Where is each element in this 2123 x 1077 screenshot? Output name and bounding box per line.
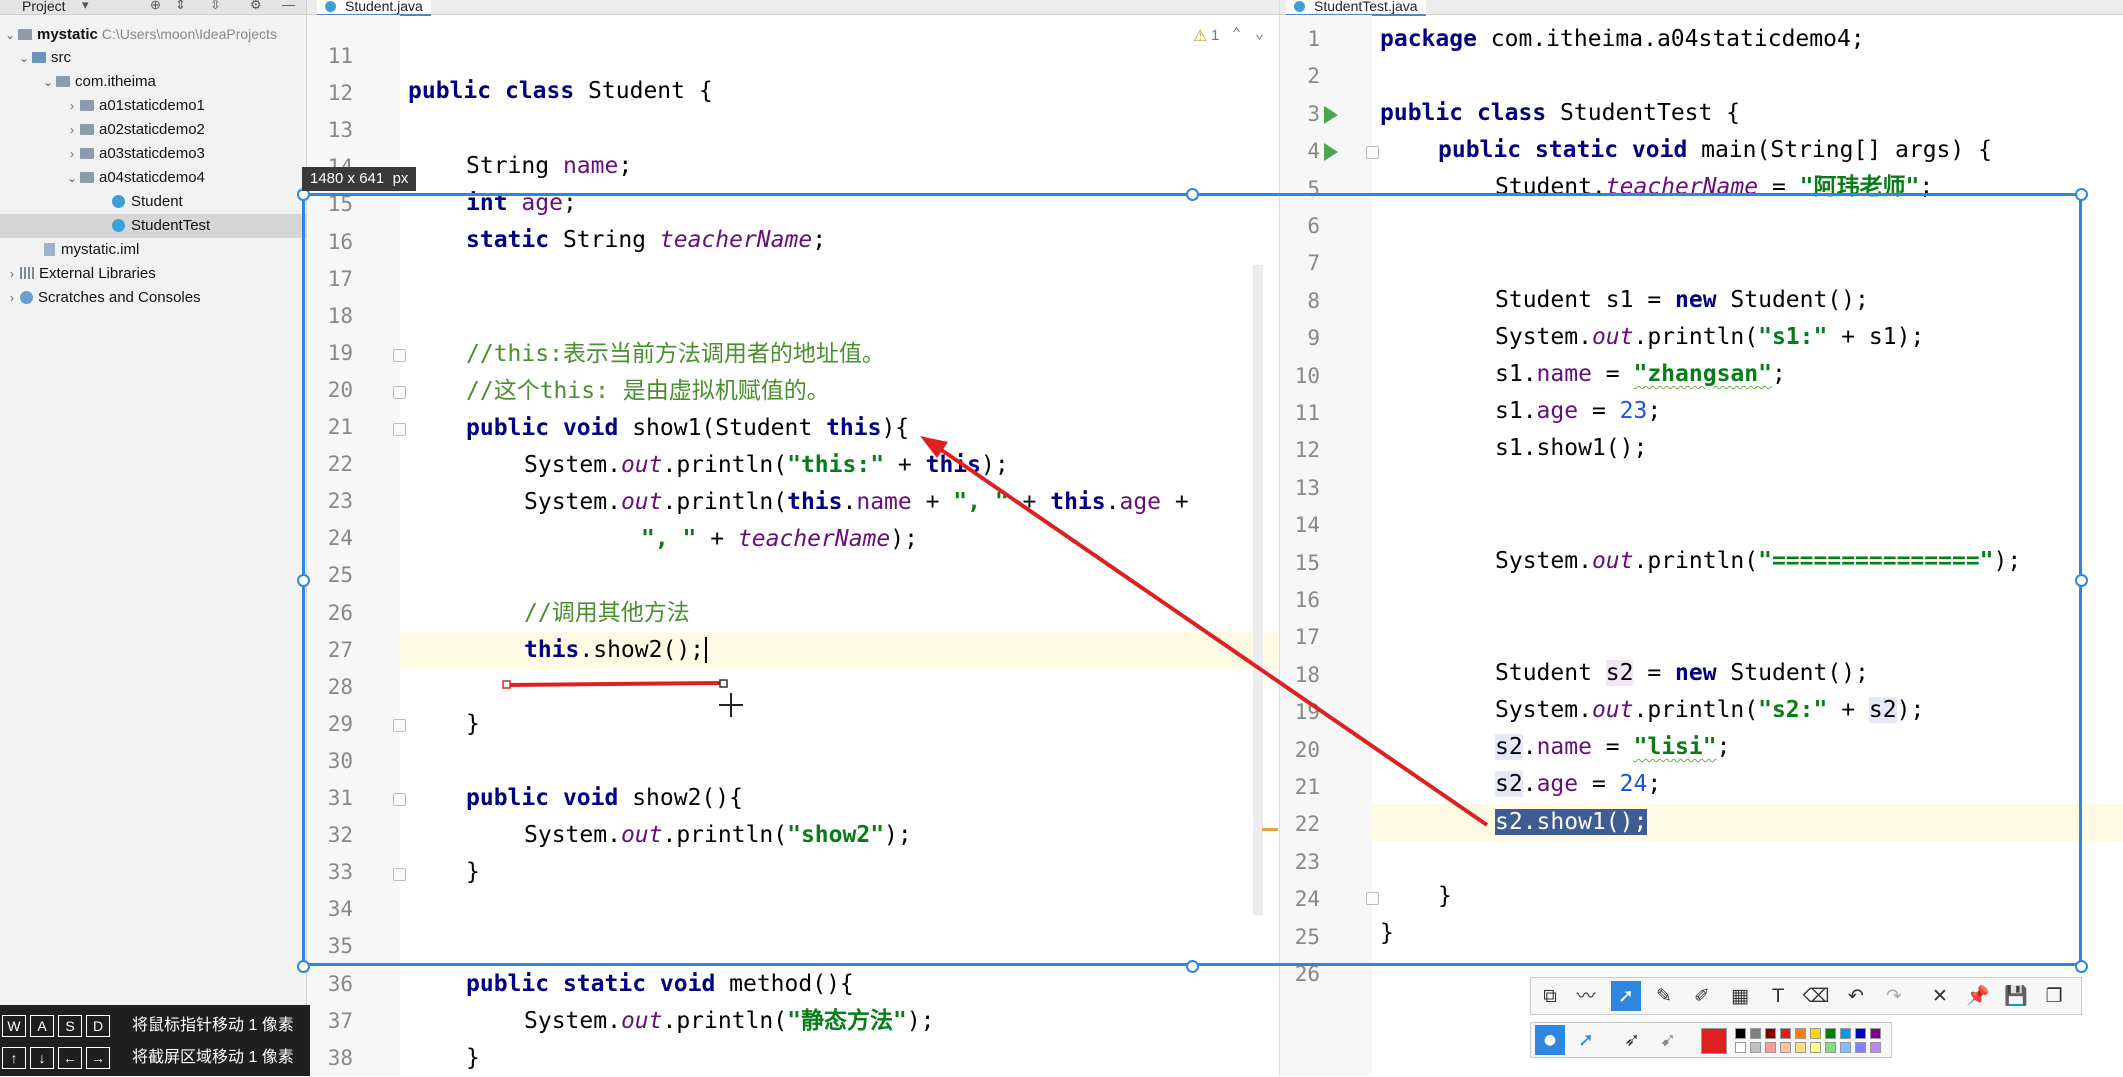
selected-color-swatch[interactable]: [1701, 1028, 1727, 1054]
key-down: ↓: [30, 1046, 54, 1069]
hint-row-pointer: W A S D 将鼠标指针移动 1 像素: [2, 1011, 294, 1041]
color-swatch[interactable]: [1855, 1042, 1866, 1053]
arrow-style-filled-icon[interactable]: ➶: [1617, 1025, 1647, 1055]
color-swatch[interactable]: [1855, 1028, 1866, 1039]
copy-icon[interactable]: ❐: [2039, 981, 2069, 1011]
color-swatch[interactable]: [1810, 1042, 1821, 1053]
eraser-tool-icon[interactable]: ⌫: [1801, 981, 1831, 1011]
arrow-tool-icon[interactable]: ➚: [1611, 981, 1641, 1011]
color-swatch[interactable]: [1735, 1042, 1746, 1053]
save-icon[interactable]: 💾: [2001, 981, 2031, 1011]
mosaic-tool-icon[interactable]: ▦: [1725, 981, 1755, 1011]
color-swatch[interactable]: [1825, 1042, 1836, 1053]
key-a: A: [30, 1014, 54, 1037]
color-swatch[interactable]: [1735, 1028, 1746, 1039]
hint-text: 将截屏区域移动 1 像素: [132, 1049, 294, 1066]
arrow-style-solid-icon[interactable]: ➚: [1571, 1025, 1601, 1055]
key-left: ←: [58, 1046, 82, 1069]
color-swatch[interactable]: [1750, 1042, 1761, 1053]
resize-handle-ne[interactable]: [2075, 188, 2088, 201]
resize-handle-sw[interactable]: [297, 960, 310, 973]
color-swatch[interactable]: [1825, 1028, 1836, 1039]
redo-icon[interactable]: ↷: [1879, 981, 1909, 1011]
color-swatch[interactable]: [1840, 1028, 1851, 1039]
capture-size-unit: px: [392, 170, 409, 187]
color-swatch[interactable]: [1765, 1042, 1776, 1053]
color-swatch[interactable]: [1795, 1042, 1806, 1053]
resize-handle-s[interactable]: [1186, 960, 1199, 973]
hint-row-region: ↑ ↓ ← → 将截屏区域移动 1 像素: [2, 1043, 294, 1073]
color-swatch[interactable]: [1840, 1042, 1851, 1053]
marker-tool-icon[interactable]: ✐: [1687, 981, 1717, 1011]
pencil-tool-icon[interactable]: 〰: [1571, 981, 1601, 1011]
hint-text: 将鼠标指针移动 1 像素: [132, 1017, 294, 1034]
key-d: D: [86, 1014, 110, 1037]
line-width-small-icon[interactable]: ●: [1535, 1025, 1565, 1055]
capture-size-badge: 1480 x 641 px: [302, 167, 417, 191]
key-up: ↑: [2, 1046, 26, 1069]
resize-handle-e[interactable]: [2075, 574, 2088, 587]
color-swatch[interactable]: [1765, 1028, 1776, 1039]
annotation-options-bar: ● ➚ ➶ ➹: [1530, 1022, 1892, 1058]
undo-icon[interactable]: ↶: [1841, 981, 1871, 1011]
color-swatch[interactable]: [1780, 1042, 1791, 1053]
resize-handle-se[interactable]: [2075, 960, 2088, 973]
resize-handle-n[interactable]: [1186, 188, 1199, 201]
resize-handle-w[interactable]: [297, 574, 310, 587]
close-icon[interactable]: ✕: [1925, 981, 1955, 1011]
color-swatch[interactable]: [1795, 1028, 1806, 1039]
capture-size-label: 1480 x 641: [310, 170, 385, 187]
annotation-toolbar: ⧉ 〰 ➚ ✎ ✐ ▦ T ⌫ ↶ ↷ ✕ 📌 💾 ❐: [1530, 977, 2082, 1015]
arrow-style-outline-icon[interactable]: ➹: [1653, 1025, 1683, 1055]
key-w: W: [2, 1014, 26, 1037]
key-right: →: [86, 1046, 110, 1069]
shortcut-hints: W A S D 将鼠标指针移动 1 像素 ↑ ↓ ← → 将截屏区域移动 1 像素: [0, 1005, 310, 1076]
color-swatch[interactable]: [1870, 1028, 1881, 1039]
color-swatch[interactable]: [1810, 1028, 1821, 1039]
color-swatch[interactable]: [1870, 1042, 1881, 1053]
capture-region[interactable]: [302, 193, 2082, 966]
pen-tool-icon[interactable]: ✎: [1649, 981, 1679, 1011]
text-tool-icon[interactable]: T: [1763, 981, 1793, 1011]
pin-icon[interactable]: 📌: [1963, 981, 1993, 1011]
key-s: S: [58, 1014, 82, 1037]
color-swatch[interactable]: [1750, 1028, 1761, 1039]
color-swatch[interactable]: [1780, 1028, 1791, 1039]
rectangle-tool-icon[interactable]: ⧉: [1535, 981, 1565, 1011]
